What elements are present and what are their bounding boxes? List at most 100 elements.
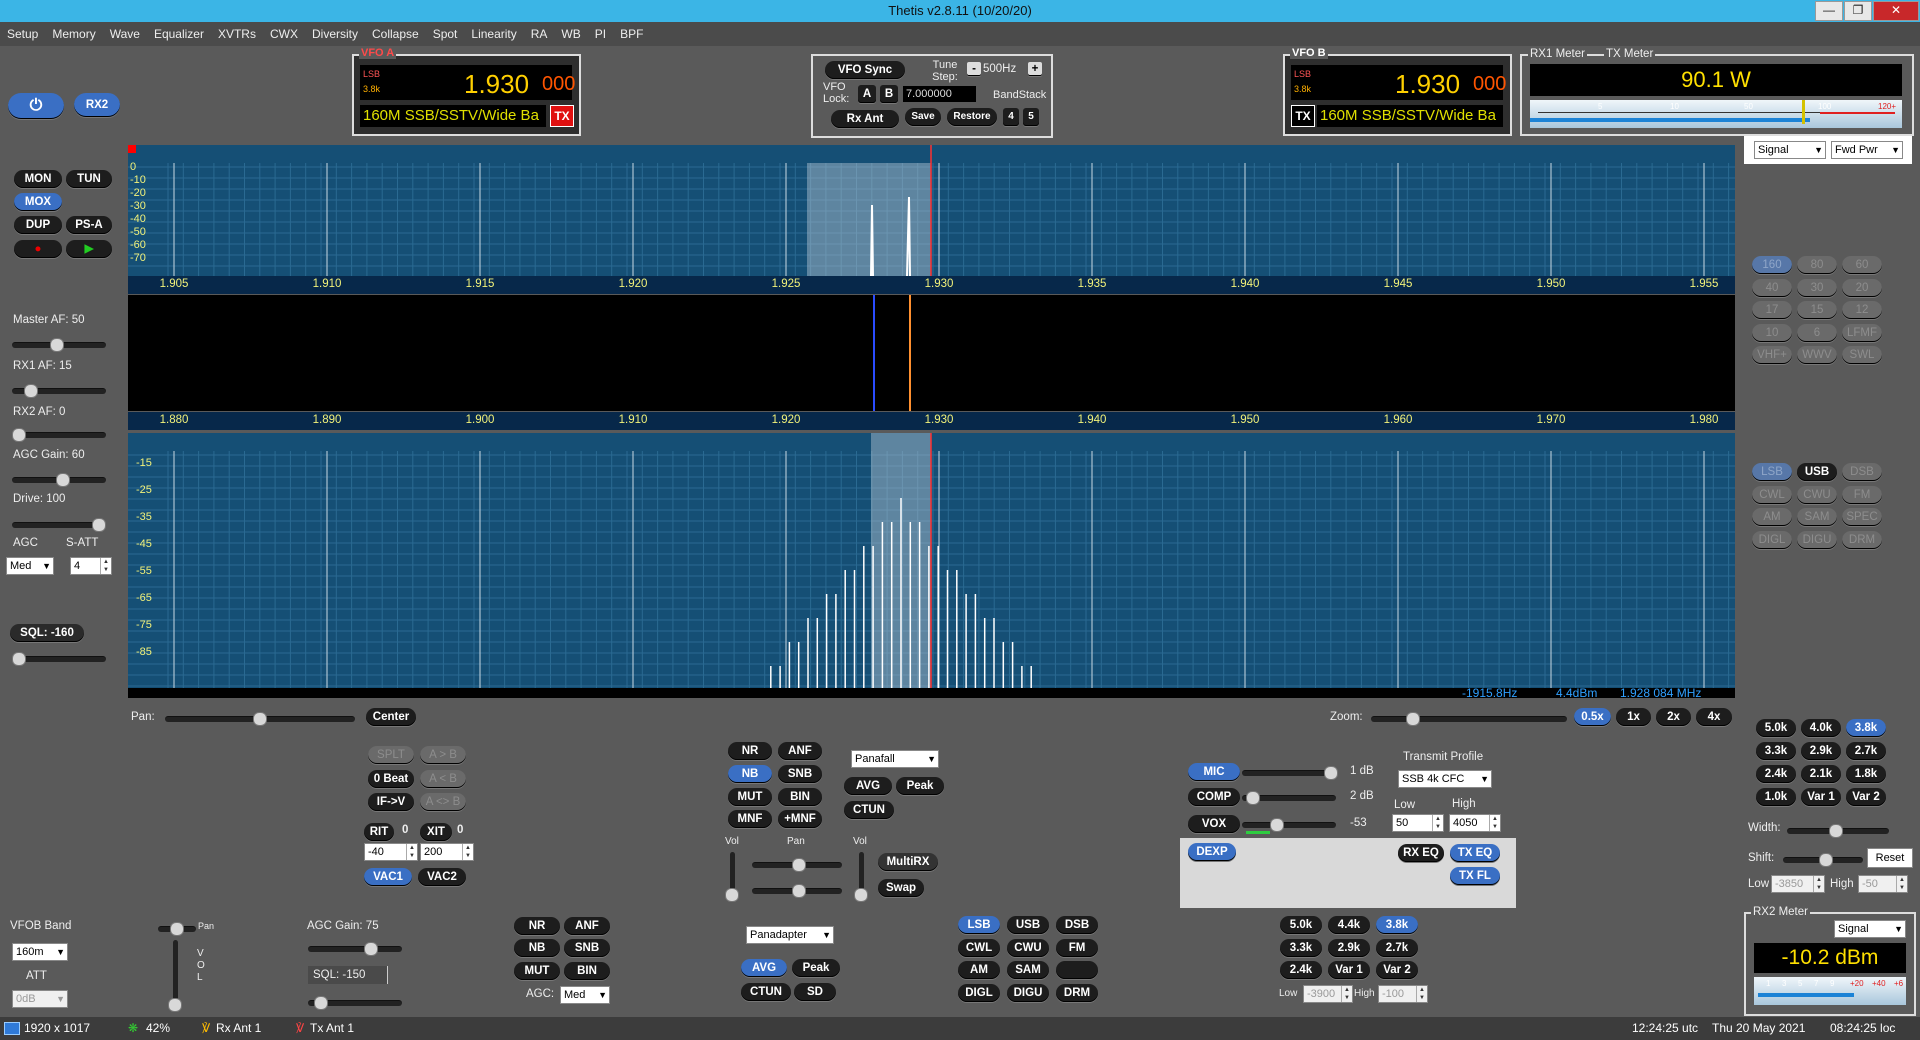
filter-var1[interactable]: Var 1: [1801, 788, 1841, 806]
dup-button[interactable]: DUP: [14, 216, 62, 234]
filter-50k[interactable]: 5.0k: [1756, 719, 1796, 737]
split-button[interactable]: SPLT: [368, 746, 414, 764]
tx-eq-button[interactable]: TX EQ: [1450, 844, 1500, 862]
band-lfmf[interactable]: LFMF: [1842, 323, 1882, 342]
rx2-nr-button[interactable]: NR: [514, 917, 560, 935]
menu-wave[interactable]: Wave: [103, 22, 147, 41]
if-to-v-button[interactable]: IF->V: [368, 793, 414, 811]
mic-gain-slider[interactable]: [1242, 766, 1338, 780]
rx2-nb-button[interactable]: NB: [514, 939, 560, 957]
rx2-mut-button[interactable]: MUT: [514, 962, 560, 980]
mode-sam[interactable]: SAM: [1797, 508, 1837, 527]
rx2-snb-button[interactable]: SNB: [564, 939, 610, 957]
band-vhf[interactable]: VHF+: [1752, 346, 1792, 365]
rx2-filter-24k[interactable]: 2.4k: [1280, 961, 1322, 979]
a-to-b-button[interactable]: A > B: [420, 746, 466, 764]
rx2-button[interactable]: RX2: [74, 93, 120, 117]
tune-step-up[interactable]: +: [1028, 62, 1042, 76]
tx-high-spinner[interactable]: 4050 ▲ ▼: [1449, 814, 1501, 832]
mode-lsb[interactable]: LSB: [1752, 463, 1792, 481]
zoom-2x-button[interactable]: 2x: [1656, 708, 1691, 726]
menu-spot[interactable]: Spot: [426, 22, 465, 41]
mode-cwl[interactable]: CWL: [1752, 485, 1792, 504]
menu-cwx[interactable]: CWX: [263, 22, 305, 41]
band-10[interactable]: 10: [1752, 323, 1792, 342]
vox-slider[interactable]: [1242, 818, 1336, 832]
status-resolution[interactable]: 1920 x 1017: [24, 1021, 90, 1035]
menu-diversity[interactable]: Diversity: [305, 22, 365, 41]
mode-drm[interactable]: DRM: [1842, 530, 1882, 549]
rx2-low-spinner[interactable]: -3900 ▲ ▼: [1303, 985, 1353, 1003]
rx1-vol-slider[interactable]: [725, 852, 739, 902]
mon-button[interactable]: MON: [14, 170, 62, 188]
rx2-mode-drm[interactable]: DRM: [1056, 983, 1098, 1002]
rx2-agc-gain-slider[interactable]: [308, 942, 402, 956]
rx2-ctun-button[interactable]: CTUN: [741, 983, 791, 1001]
xit-button[interactable]: XIT: [420, 823, 452, 841]
tx-fl-button[interactable]: TX FL: [1450, 867, 1500, 885]
band-60[interactable]: 60: [1842, 256, 1882, 274]
filter-29k[interactable]: 2.9k: [1801, 742, 1841, 760]
zoom-0.5x-button[interactable]: 0.5x: [1574, 708, 1611, 726]
band-17[interactable]: 17: [1752, 301, 1792, 320]
rx1-avg-button[interactable]: AVG: [844, 777, 892, 795]
close-button[interactable]: ✕: [1873, 1, 1919, 21]
drive-slider[interactable]: [12, 518, 106, 532]
rx2-att-select[interactable]: 0dB ▼: [12, 990, 68, 1008]
band-40[interactable]: 40: [1752, 278, 1792, 297]
vfo-lock-b[interactable]: B: [880, 85, 898, 103]
psa-button[interactable]: PS-A: [66, 216, 112, 234]
rx1-peak-button[interactable]: Peak: [896, 777, 944, 795]
rx2-mode-cwl[interactable]: CWL: [958, 938, 1000, 957]
tx-meter-select[interactable]: Fwd Pwr ▼: [1831, 141, 1903, 159]
satt-spinner[interactable]: 4 ▲ ▼: [70, 557, 112, 575]
center-button[interactable]: Center: [366, 708, 416, 726]
pan-slider[interactable]: [165, 712, 355, 726]
vfo-sync-button[interactable]: VFO Sync: [825, 61, 905, 79]
rx-meter-select[interactable]: Signal ▼: [1754, 141, 1826, 159]
rx2-mode-fm[interactable]: FM: [1056, 938, 1098, 957]
band-swl[interactable]: SWL: [1842, 346, 1882, 365]
mode-fm[interactable]: FM: [1842, 485, 1882, 504]
b-to-a-button[interactable]: A < B: [420, 770, 466, 788]
rx2-high-spinner[interactable]: -100 ▲ ▼: [1378, 985, 1428, 1003]
record-button[interactable]: ●: [14, 240, 62, 258]
zoom-1x-button[interactable]: 1x: [1616, 708, 1651, 726]
rx2-filter-29k[interactable]: 2.9k: [1328, 938, 1370, 957]
mode-cwu[interactable]: CWU: [1797, 485, 1837, 504]
comp-slider[interactable]: [1242, 791, 1336, 805]
rx2-peak-button[interactable]: Peak: [792, 959, 840, 977]
rx2-filter-27k[interactable]: 2.7k: [1376, 938, 1418, 957]
zoom-4x-button[interactable]: 4x: [1696, 708, 1732, 726]
band-6[interactable]: 6: [1797, 323, 1837, 342]
menu-bpf[interactable]: BPF: [613, 22, 650, 41]
power-button[interactable]: ⏻: [8, 93, 64, 119]
rx2-filter-33k[interactable]: 3.3k: [1280, 938, 1322, 957]
filter-10k[interactable]: 1.0k: [1756, 788, 1796, 806]
rx1-af-slider[interactable]: [12, 384, 106, 398]
agc-gain-slider[interactable]: [12, 473, 106, 487]
vox-button[interactable]: VOX: [1188, 815, 1240, 833]
panadapter-bottom[interactable]: -15 -25 -35 -45 -55 -65 -75 -85: [128, 433, 1735, 688]
rx2-avg-button[interactable]: AVG: [741, 959, 787, 977]
rx2-filter-50k[interactable]: 5.0k: [1280, 916, 1322, 934]
vfob-band-select[interactable]: 160m ▼: [12, 943, 68, 961]
swap-button[interactable]: Swap: [878, 879, 924, 897]
vac1-button[interactable]: VAC1: [364, 868, 412, 886]
filter-33k[interactable]: 3.3k: [1756, 742, 1796, 760]
mic-button[interactable]: MIC: [1188, 763, 1240, 781]
filter-18k[interactable]: 1.8k: [1846, 765, 1886, 783]
menu-xvtrs[interactable]: XVTRs: [211, 22, 263, 41]
filter-38k[interactable]: 3.8k: [1846, 719, 1886, 737]
transmit-profile-select[interactable]: SSB 4k CFC ▼: [1398, 770, 1492, 788]
rx2-mode-digu[interactable]: DIGU: [1007, 983, 1049, 1002]
rx2-sql-slider[interactable]: [308, 996, 402, 1010]
bandstack-5-button[interactable]: 5: [1023, 108, 1039, 126]
vfo-a-display[interactable]: LSB 3.8k 1.930 000: [360, 65, 575, 100]
rx1-pmnf-button[interactable]: +MNF: [778, 810, 822, 828]
rx2-mode-dsb[interactable]: DSB: [1056, 916, 1098, 934]
dexp-button[interactable]: DEXP: [1188, 843, 1236, 861]
band-80[interactable]: 80: [1797, 256, 1837, 274]
rx2-mode-blank[interactable]: [1056, 961, 1098, 979]
rx2-meter-select[interactable]: Signal ▼: [1834, 920, 1906, 938]
